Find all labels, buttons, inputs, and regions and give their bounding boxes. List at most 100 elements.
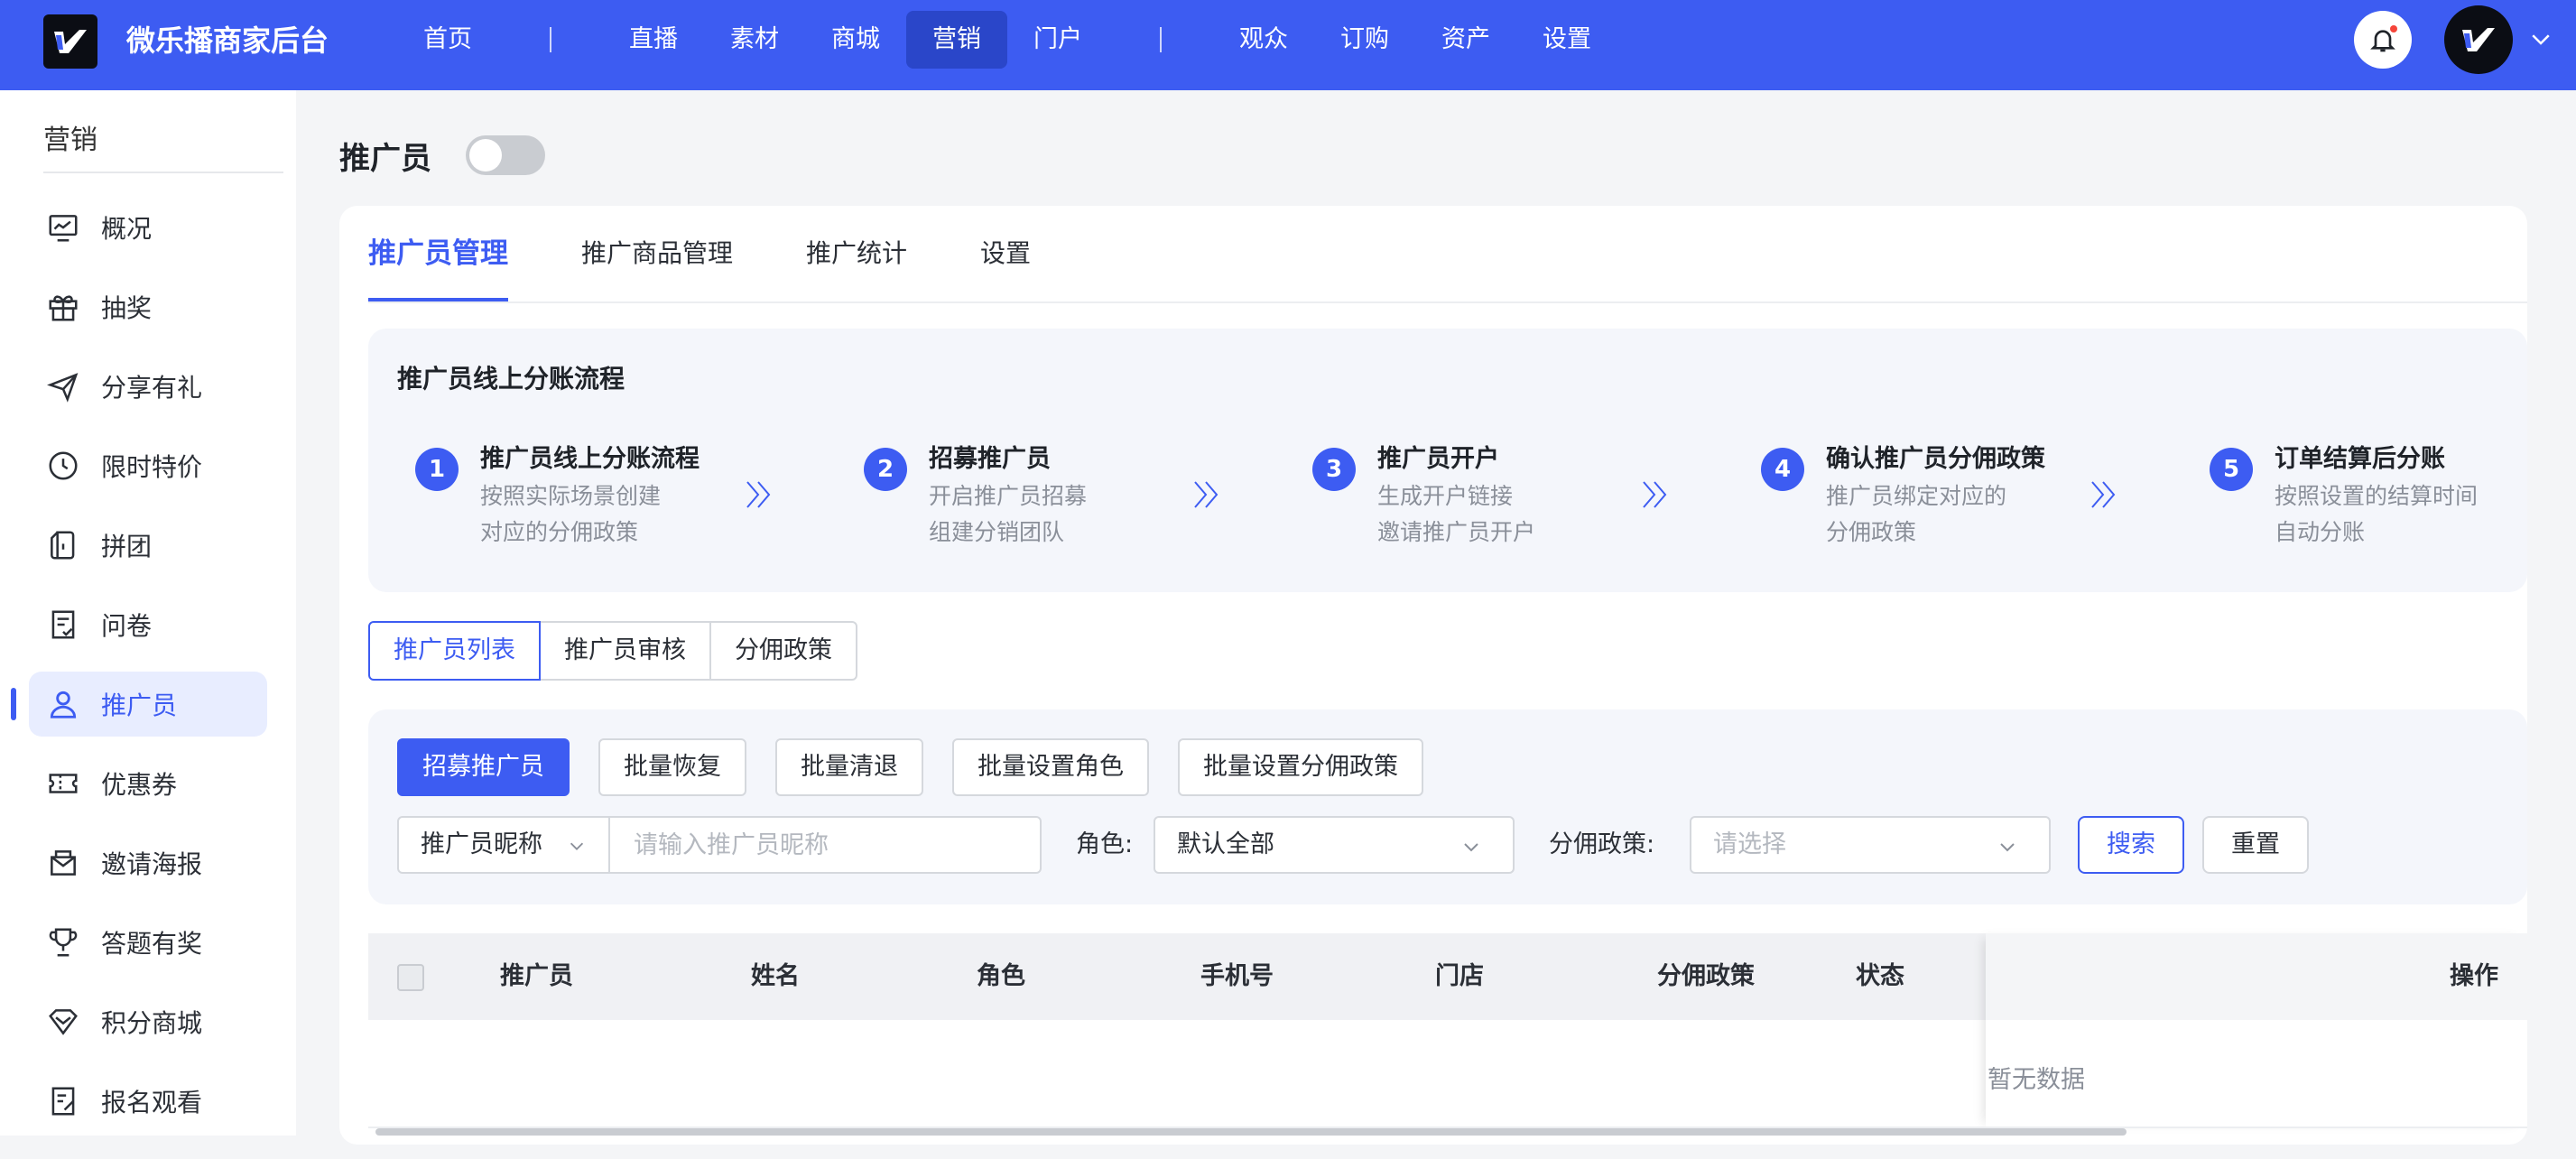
paper-plane-icon xyxy=(45,368,81,404)
flow-step: 2 招募推广员 开启推广员招募 组建分销团队 xyxy=(864,439,1225,565)
sidebar-item-label: 限时特价 xyxy=(101,452,203,482)
column-header: 状态 xyxy=(1856,962,1904,990)
search-type-value: 推广员昵称 xyxy=(421,830,542,858)
sidebar-item-overview[interactable]: 概况 xyxy=(29,195,267,260)
promoter-toggle[interactable] xyxy=(466,135,545,175)
nav-item-mall[interactable]: 商城 xyxy=(805,11,906,69)
tab-promoter-management[interactable]: 推广员管理 xyxy=(368,206,508,301)
nav-item-order[interactable]: 订购 xyxy=(1314,11,1415,69)
sidebar-item-points-mall[interactable]: 积分商城 xyxy=(29,989,267,1054)
column-header: 分佣政策 xyxy=(1657,962,1755,990)
step-title: 推广员开户 xyxy=(1377,445,1499,473)
select-all-checkbox[interactable] xyxy=(397,964,424,991)
column-header: 推广员 xyxy=(500,962,573,990)
column-header: 操作 xyxy=(2450,962,2498,990)
search-type-select[interactable]: 推广员昵称 xyxy=(397,816,610,874)
fixed-operation-column: 操作 xyxy=(1986,933,2527,1128)
clock-icon xyxy=(45,448,81,484)
tab-product-management[interactable]: 推广商品管理 xyxy=(581,206,733,301)
step-description: 生成开户链接 邀请推广员开户 xyxy=(1377,478,1648,551)
step-desc-line: 按照设置的结算时间 xyxy=(2275,483,2479,509)
page-title: 推广员 xyxy=(339,141,431,177)
sidebar-item-label: 答题有奖 xyxy=(101,929,203,959)
step-description: 开启推广员招募 组建分销团队 xyxy=(929,478,1200,551)
sidebar-item-poster[interactable]: 邀请海报 xyxy=(29,830,267,895)
nav-item-home[interactable]: 首页 xyxy=(397,11,498,69)
nav-item-marketing[interactable]: 营销 xyxy=(906,11,1007,69)
step-description: 按照设置的结算时间 自动分账 xyxy=(2275,478,2545,551)
nav-item-live[interactable]: 直播 xyxy=(603,11,704,69)
logo-icon[interactable] xyxy=(43,14,97,69)
policy-select[interactable]: 请选择 xyxy=(1690,816,2051,874)
sidebar-item-label: 报名观看 xyxy=(101,1088,203,1117)
chevron-down-icon[interactable] xyxy=(2527,25,2554,52)
double-chevron-right-icon xyxy=(1194,481,1219,508)
sidebar-item-signup[interactable]: 报名观看 xyxy=(29,1069,267,1134)
chart-icon xyxy=(45,209,81,246)
recruit-promoter-button[interactable]: 招募推广员 xyxy=(397,738,570,796)
tab-bar: 推广员管理 推广商品管理 推广统计 设置 xyxy=(368,206,1104,301)
search-button[interactable]: 搜索 xyxy=(2078,816,2184,874)
batch-clear-button[interactable]: 批量清退 xyxy=(775,738,923,796)
sidebar-menu: 概况 抽奖 分享有礼 限时特价 拼团 问卷 推广员 优惠券 邀请海报 答题有奖 … xyxy=(0,195,296,1148)
sidebar-item-promoter[interactable]: 推广员 xyxy=(11,672,267,737)
toggle-knob xyxy=(469,139,502,172)
step-desc-line: 邀请推广员开户 xyxy=(1377,519,1536,545)
reset-button[interactable]: 重置 xyxy=(2202,816,2309,874)
subtab-promoter-list[interactable]: 推广员列表 xyxy=(368,621,541,681)
step-title: 推广员线上分账流程 xyxy=(480,445,700,473)
main-nav: 首页 直播 素材 商城 营销 门户 观众 订购 资产 设置 xyxy=(397,11,1617,69)
step-desc-line: 自动分账 xyxy=(2275,519,2366,545)
main-card: 推广员管理 推广商品管理 推广统计 设置 推广员线上分账流程 1 推广员线上分账… xyxy=(339,206,2527,1145)
step-title: 招募推广员 xyxy=(929,445,1051,473)
avatar[interactable] xyxy=(2444,5,2513,74)
tab-divider xyxy=(368,301,2527,303)
brand-name: 微乐播商家后台 xyxy=(126,23,329,58)
group-buy-icon xyxy=(45,527,81,563)
column-header: 姓名 xyxy=(751,962,800,990)
nav-item-material[interactable]: 素材 xyxy=(704,11,805,69)
step-desc-line: 生成开户链接 xyxy=(1377,483,1514,509)
sidebar-item-flash-sale[interactable]: 限时特价 xyxy=(29,433,267,498)
sidebar-item-lottery[interactable]: 抽奖 xyxy=(29,274,267,339)
flow-step: 5 订单结算后分账 按照设置的结算时间 自动分账 xyxy=(2210,439,2571,565)
subtab-commission-policy[interactable]: 分佣政策 xyxy=(709,621,857,681)
promoter-table: 推广员 姓名 角色 手机号 门店 分佣政策 状态 操作 暂无数据 xyxy=(368,933,2527,1159)
role-select-value: 默认全部 xyxy=(1177,830,1274,858)
sidebar-item-label: 抽奖 xyxy=(101,293,153,323)
step-title: 确认推广员分佣政策 xyxy=(1826,445,2045,473)
tab-statistics[interactable]: 推广统计 xyxy=(806,206,907,301)
nav-item-audience[interactable]: 观众 xyxy=(1213,11,1314,69)
gift-icon xyxy=(45,289,81,325)
promoter-name-input[interactable] xyxy=(608,816,1042,874)
top-navbar: 微乐播商家后台 首页 直播 素材 商城 营销 门户 观众 订购 资产 设置 xyxy=(0,0,2576,90)
sidebar-divider xyxy=(43,172,283,173)
column-header: 手机号 xyxy=(1200,962,1274,990)
batch-set-policy-button[interactable]: 批量设置分佣政策 xyxy=(1178,738,1423,796)
batch-restore-button[interactable]: 批量恢复 xyxy=(598,738,746,796)
nav-item-assets[interactable]: 资产 xyxy=(1415,11,1516,69)
subtab-promoter-review[interactable]: 推广员审核 xyxy=(539,621,711,681)
sidebar-item-quiz[interactable]: 答题有奖 xyxy=(29,910,267,975)
batch-set-role-button[interactable]: 批量设置角色 xyxy=(952,738,1149,796)
step-desc-line: 分佣政策 xyxy=(1826,519,1917,545)
double-chevron-right-icon xyxy=(2091,481,2116,508)
notification-dot xyxy=(2390,25,2397,32)
sidebar-item-survey[interactable]: 问卷 xyxy=(29,592,267,657)
nav-separator xyxy=(550,27,551,52)
sidebar-item-share-gift[interactable]: 分享有礼 xyxy=(29,354,267,419)
poster-icon xyxy=(45,845,81,881)
nav-item-settings[interactable]: 设置 xyxy=(1516,11,1617,69)
double-chevron-right-icon xyxy=(1643,481,1667,508)
flow-step: 1 推广员线上分账流程 按照实际场景创建 对应的分佣政策 xyxy=(415,439,776,565)
sidebar-item-coupon[interactable]: 优惠券 xyxy=(29,751,267,816)
horizontal-scrollbar[interactable] xyxy=(375,1128,2127,1136)
step-number: 2 xyxy=(864,448,907,491)
notification-button[interactable] xyxy=(2354,11,2412,69)
sidebar-item-group-buy[interactable]: 拼团 xyxy=(29,513,267,578)
nav-item-portal[interactable]: 门户 xyxy=(1007,11,1108,69)
flow-step: 4 确认推广员分佣政策 推广员绑定对应的 分佣政策 xyxy=(1761,439,2122,565)
batch-actions: 招募推广员 批量恢复 批量清退 批量设置角色 批量设置分佣政策 xyxy=(397,738,1452,796)
tab-settings[interactable]: 设置 xyxy=(980,206,1031,301)
role-select[interactable]: 默认全部 xyxy=(1154,816,1515,874)
